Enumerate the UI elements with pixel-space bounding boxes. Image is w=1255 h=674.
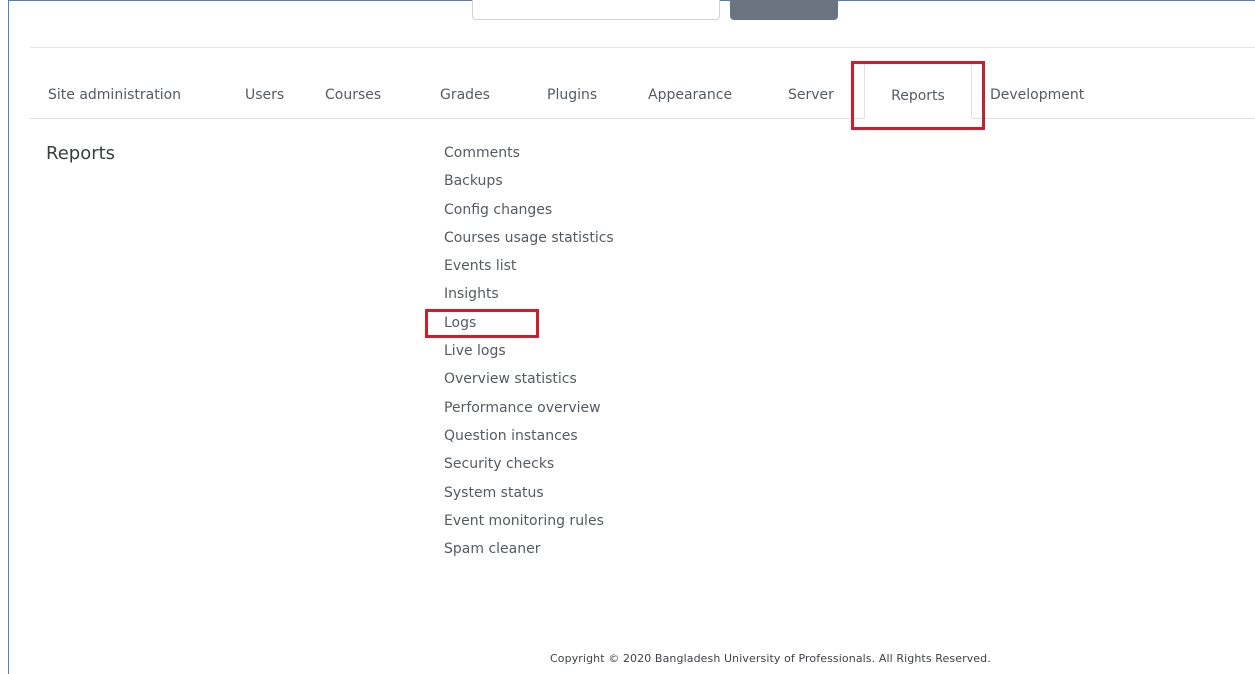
link-security-checks[interactable]: Security checks <box>444 454 614 482</box>
footer-copyright: Copyright © 2020 Bangladesh University o… <box>550 652 991 665</box>
tab-plugins[interactable]: Plugins <box>547 62 597 118</box>
section-heading: Reports <box>46 143 116 164</box>
header-divider <box>30 47 1255 48</box>
tab-courses[interactable]: Courses <box>325 62 381 118</box>
tab-users[interactable]: Users <box>245 62 284 118</box>
link-system-status[interactable]: System status <box>444 483 614 511</box>
tab-site-administration[interactable]: Site administration <box>48 62 181 118</box>
reports-link-list: Comments Backups Config changes Courses … <box>444 143 614 567</box>
search-input[interactable] <box>472 0 720 20</box>
search-button[interactable] <box>730 0 838 20</box>
link-live-logs[interactable]: Live logs <box>444 341 614 369</box>
link-courses-usage-statistics[interactable]: Courses usage statistics <box>444 228 614 256</box>
tab-development[interactable]: Development <box>990 62 1084 118</box>
link-event-monitoring-rules[interactable]: Event monitoring rules <box>444 511 614 539</box>
link-insights[interactable]: Insights <box>444 284 614 312</box>
link-performance-overview[interactable]: Performance overview <box>444 398 614 426</box>
admin-tab-bar: Site administration Users Courses Grades… <box>30 62 1255 119</box>
tab-grades[interactable]: Grades <box>440 62 490 118</box>
link-config-changes[interactable]: Config changes <box>444 200 614 228</box>
tab-server[interactable]: Server <box>788 62 834 118</box>
link-logs[interactable]: Logs <box>444 313 614 341</box>
tab-reports[interactable]: Reports <box>864 62 972 119</box>
link-backups[interactable]: Backups <box>444 171 614 199</box>
link-overview-statistics[interactable]: Overview statistics <box>444 369 614 397</box>
link-question-instances[interactable]: Question instances <box>444 426 614 454</box>
link-events-list[interactable]: Events list <box>444 256 614 284</box>
link-comments[interactable]: Comments <box>444 143 614 171</box>
tab-appearance[interactable]: Appearance <box>648 62 732 118</box>
link-spam-cleaner[interactable]: Spam cleaner <box>444 539 614 567</box>
